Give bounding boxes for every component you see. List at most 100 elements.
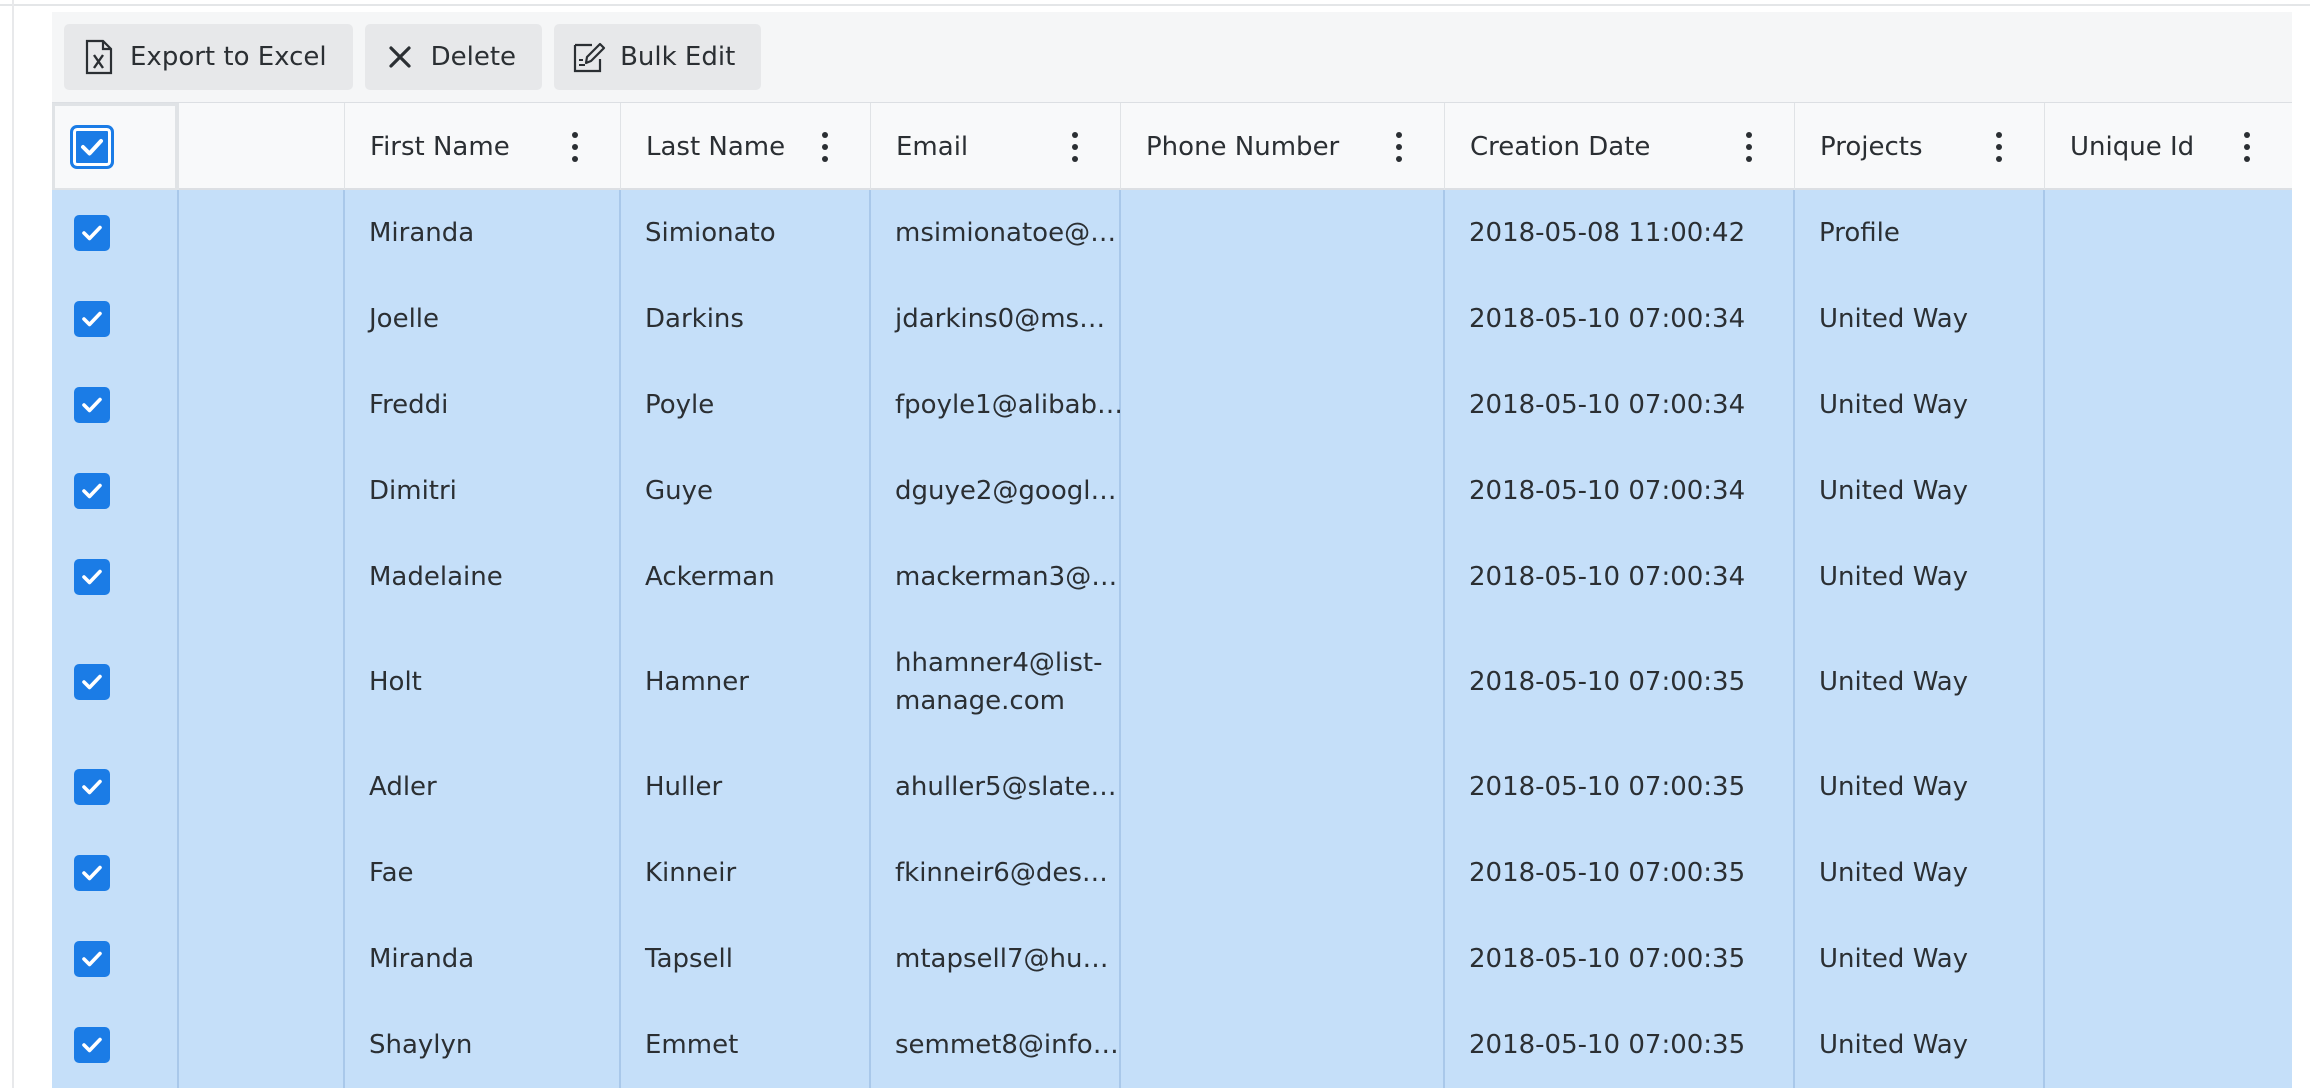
table-row[interactable]: Fae Kinneir fkinneir6@des… 2018-05-10 07:00… bbox=[52, 830, 2292, 916]
table-row[interactable]: Miranda Tapsell mtapsell7@hu… 2018-05-10 07… bbox=[52, 916, 2292, 1002]
table-row[interactable]: Freddi Poyle fpoyle1@alibab… 2018-05-10 07:… bbox=[52, 362, 2292, 448]
cell-first-name: Holt bbox=[369, 667, 422, 697]
cell-first-name: Miranda bbox=[369, 944, 475, 974]
cell-email: fkinneir6@des… bbox=[895, 858, 1108, 888]
table-row[interactable]: Madelaine Ackerman mackerman3@… 2018-05-10 … bbox=[52, 534, 2292, 620]
cell-unique-id bbox=[2044, 830, 2292, 916]
cell-last-name: Ackerman bbox=[645, 562, 775, 592]
row-checkbox[interactable] bbox=[74, 664, 110, 700]
row-select-cell bbox=[52, 190, 178, 276]
cell-last-name: Tapsell bbox=[645, 944, 734, 974]
cell-projects: United Way bbox=[1819, 858, 1969, 888]
cell-email: semmet8@info… bbox=[895, 1030, 1119, 1060]
row-checkbox[interactable] bbox=[74, 769, 110, 805]
cell-phone-number bbox=[1120, 830, 1444, 916]
table-row[interactable]: Holt Hamner hhamner4@list-manage.com 2018-0… bbox=[52, 620, 2292, 744]
row-checkbox[interactable] bbox=[74, 387, 110, 423]
left-divider bbox=[12, 0, 14, 1088]
cell-creation-date: 2018-05-08 11:00:42 bbox=[1469, 218, 1746, 248]
column-header-first-name[interactable]: First Name bbox=[344, 103, 620, 191]
cell-last-name: Darkins bbox=[645, 304, 744, 334]
row-checkbox[interactable] bbox=[74, 855, 110, 891]
grid-header: First Name Last Name Email Phone Number … bbox=[52, 102, 2292, 191]
cell-projects: United Way bbox=[1819, 944, 1969, 974]
checkmark-icon bbox=[81, 139, 103, 156]
table-row[interactable]: Miranda Simionato msimionatoe@… 2018-05-08 … bbox=[52, 190, 2292, 276]
cell-last-name: Simionato bbox=[645, 218, 776, 248]
row-checkbox[interactable] bbox=[74, 215, 110, 251]
kebab-vertical-icon[interactable] bbox=[1384, 127, 1414, 167]
cell-phone-number bbox=[1120, 620, 1444, 744]
cell-unique-id bbox=[2044, 362, 2292, 448]
cell-creation-date: 2018-05-10 07:00:34 bbox=[1469, 562, 1746, 592]
bulk-edit-label: Bulk Edit bbox=[620, 42, 736, 72]
column-header-projects[interactable]: Projects bbox=[1794, 103, 2044, 191]
kebab-vertical-icon[interactable] bbox=[1984, 127, 2014, 167]
cell-first-name: Fae bbox=[369, 858, 414, 888]
row-checkbox[interactable] bbox=[74, 559, 110, 595]
checkmark-icon bbox=[82, 311, 102, 327]
export-to-excel-button[interactable]: Export to Excel bbox=[64, 24, 353, 90]
column-header-last-name[interactable]: Last Name bbox=[620, 103, 870, 191]
checkmark-icon bbox=[82, 483, 102, 499]
row-checkbox[interactable] bbox=[74, 1027, 110, 1063]
checkmark-icon bbox=[82, 779, 102, 795]
column-header-email[interactable]: Email bbox=[870, 103, 1120, 191]
bulk-edit-button[interactable]: Bulk Edit bbox=[554, 24, 762, 90]
cell-creation-date: 2018-05-10 07:00:35 bbox=[1469, 667, 1746, 697]
row-checkbox[interactable] bbox=[74, 941, 110, 977]
delete-button[interactable]: Delete bbox=[364, 24, 543, 90]
cell-creation-date: 2018-05-10 07:00:35 bbox=[1469, 772, 1746, 802]
cell-last-name: Huller bbox=[645, 772, 723, 802]
row-select-cell bbox=[52, 744, 178, 830]
row-checkbox[interactable] bbox=[74, 301, 110, 337]
column-header-phone-number[interactable]: Phone Number bbox=[1120, 103, 1444, 191]
cell-first-name: Miranda bbox=[369, 218, 475, 248]
row-select-cell bbox=[52, 916, 178, 1002]
checkmark-icon bbox=[82, 569, 102, 585]
cell-creation-date: 2018-05-10 07:00:34 bbox=[1469, 390, 1746, 420]
kebab-vertical-icon[interactable] bbox=[1734, 127, 1764, 167]
column-header-label: Phone Number bbox=[1146, 132, 1340, 162]
cell-unique-id bbox=[2044, 1002, 2292, 1088]
column-header-creation-date[interactable]: Creation Date bbox=[1444, 103, 1794, 191]
column-header-label: Unique Id bbox=[2070, 132, 2195, 162]
cell-creation-date: 2018-05-10 07:00:34 bbox=[1469, 304, 1746, 334]
column-header-label: Creation Date bbox=[1470, 132, 1651, 162]
row-checkbox[interactable] bbox=[74, 473, 110, 509]
column-header-label: Last Name bbox=[646, 132, 786, 162]
grid-body: Miranda Simionato msimionatoe@… 2018-05-08 … bbox=[52, 190, 2292, 1088]
checkmark-icon bbox=[82, 951, 102, 967]
cell-creation-date: 2018-05-10 07:00:35 bbox=[1469, 1030, 1746, 1060]
row-select-cell bbox=[52, 1002, 178, 1088]
kebab-vertical-icon[interactable] bbox=[810, 127, 840, 167]
close-x-icon bbox=[381, 38, 419, 76]
row-select-cell bbox=[52, 448, 178, 534]
cell-email: ahuller5@slate… bbox=[895, 772, 1117, 802]
cell-projects: United Way bbox=[1819, 476, 1969, 506]
table-row[interactable]: Joelle Darkins jdarkins0@ms… 2018-05-10 07:… bbox=[52, 276, 2292, 362]
table-row[interactable]: Adler Huller ahuller5@slate… 2018-05-10 07:… bbox=[52, 744, 2292, 830]
cell-projects: Profile bbox=[1819, 218, 1900, 248]
delete-label: Delete bbox=[430, 42, 517, 72]
kebab-vertical-icon[interactable] bbox=[2232, 127, 2262, 167]
cell-last-name: Kinneir bbox=[645, 858, 737, 888]
header-spacer-cell bbox=[178, 103, 344, 191]
kebab-vertical-icon[interactable] bbox=[560, 127, 590, 167]
cell-phone-number bbox=[1120, 1002, 1444, 1088]
table-row[interactable]: Shaylyn Emmet semmet8@info… 2018-05-10 07:0… bbox=[52, 1002, 2292, 1088]
cell-first-name: Freddi bbox=[369, 390, 449, 420]
select-all-checkbox[interactable] bbox=[70, 125, 114, 169]
cell-first-name: Joelle bbox=[369, 304, 440, 334]
column-header-unique-id[interactable]: Unique Id bbox=[2044, 103, 2292, 191]
cell-last-name: Poyle bbox=[645, 390, 715, 420]
table-row[interactable]: Dimitri Guye dguye2@googl… 2018-05-10 07:00… bbox=[52, 448, 2292, 534]
kebab-vertical-icon[interactable] bbox=[1060, 127, 1090, 167]
cell-creation-date: 2018-05-10 07:00:35 bbox=[1469, 944, 1746, 974]
cell-email: dguye2@googl… bbox=[895, 476, 1117, 506]
edit-document-icon bbox=[570, 38, 608, 76]
checkmark-icon bbox=[82, 397, 102, 413]
cell-first-name: Shaylyn bbox=[369, 1030, 473, 1060]
cell-email: mtapsell7@hu… bbox=[895, 944, 1109, 974]
cell-projects: United Way bbox=[1819, 304, 1969, 334]
